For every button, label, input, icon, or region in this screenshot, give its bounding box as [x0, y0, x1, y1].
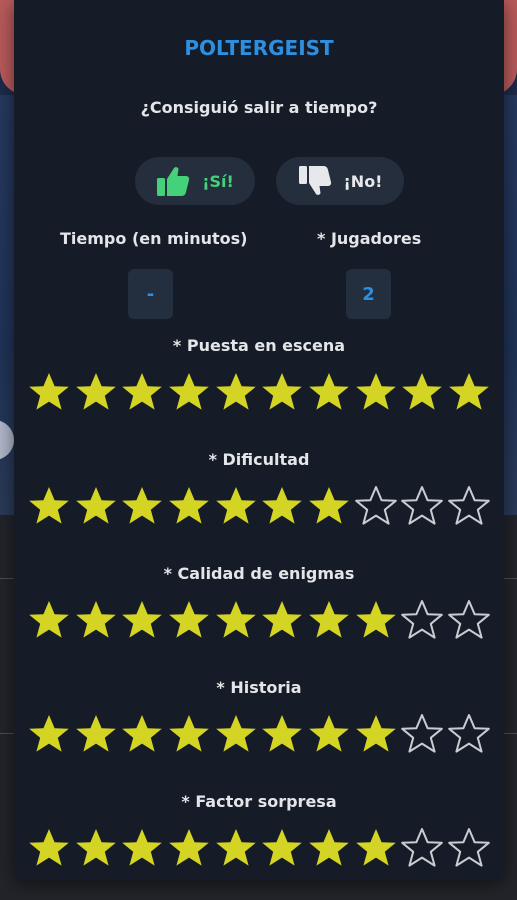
star-empty-icon[interactable] [400, 484, 444, 528]
star-rating[interactable] [27, 598, 491, 642]
star-filled-icon[interactable] [27, 826, 71, 870]
rating-label: * Calidad de enigmas [163, 564, 355, 583]
star-empty-icon[interactable] [400, 826, 444, 870]
star-filled-icon[interactable] [167, 826, 211, 870]
star-empty-icon[interactable] [447, 598, 491, 642]
star-filled-icon[interactable] [214, 598, 258, 642]
star-filled-icon[interactable] [74, 484, 118, 528]
star-empty-icon[interactable] [400, 598, 444, 642]
star-filled-icon[interactable] [27, 598, 71, 642]
star-filled-icon[interactable] [214, 484, 258, 528]
star-filled-icon[interactable] [120, 598, 164, 642]
rating-dialog: POLTERGEIST ¿Consiguió salir a tiempo? ¡… [14, 0, 504, 880]
yes-label: ¡Sí! [202, 171, 234, 191]
star-filled-icon[interactable] [307, 484, 351, 528]
star-filled-icon[interactable] [74, 826, 118, 870]
star-filled-icon[interactable] [167, 370, 211, 414]
rating-label: * Puesta en escena [172, 336, 346, 355]
star-filled-icon[interactable] [260, 598, 304, 642]
star-filled-icon[interactable] [27, 370, 71, 414]
no-label: ¡No! [343, 171, 383, 191]
rating-label: * Factor sorpresa [181, 792, 337, 811]
star-filled-icon[interactable] [74, 598, 118, 642]
star-filled-icon[interactable] [214, 370, 258, 414]
star-filled-icon[interactable] [354, 370, 398, 414]
time-input[interactable]: - [128, 269, 173, 319]
star-filled-icon[interactable] [167, 712, 211, 756]
players-label: * Jugadores [317, 229, 422, 248]
thumbs-up-icon [156, 165, 190, 197]
star-filled-icon[interactable] [120, 712, 164, 756]
rating-label: * Historia [216, 678, 302, 697]
dialog-title: POLTERGEIST [184, 36, 334, 60]
star-filled-icon[interactable] [354, 712, 398, 756]
star-filled-icon[interactable] [120, 484, 164, 528]
star-rating[interactable] [27, 370, 491, 414]
star-empty-icon[interactable] [447, 826, 491, 870]
star-filled-icon[interactable] [27, 484, 71, 528]
star-empty-icon[interactable] [354, 484, 398, 528]
rating-label: * Dificultad [208, 450, 310, 469]
star-filled-icon[interactable] [120, 826, 164, 870]
star-filled-icon[interactable] [214, 826, 258, 870]
star-filled-icon[interactable] [307, 712, 351, 756]
star-filled-icon[interactable] [260, 826, 304, 870]
question-label: ¿Consiguió salir a tiempo? [140, 98, 378, 117]
star-filled-icon[interactable] [120, 370, 164, 414]
star-filled-icon[interactable] [260, 484, 304, 528]
star-filled-icon[interactable] [354, 826, 398, 870]
star-filled-icon[interactable] [447, 370, 491, 414]
star-empty-icon[interactable] [400, 712, 444, 756]
star-filled-icon[interactable] [307, 598, 351, 642]
star-filled-icon[interactable] [27, 712, 71, 756]
players-input[interactable]: 2 [346, 269, 391, 319]
star-filled-icon[interactable] [74, 370, 118, 414]
thumbs-down-icon [298, 165, 332, 197]
star-filled-icon[interactable] [307, 826, 351, 870]
star-filled-icon[interactable] [307, 370, 351, 414]
star-empty-icon[interactable] [447, 712, 491, 756]
star-filled-icon[interactable] [260, 370, 304, 414]
time-label: Tiempo (en minutos) [60, 229, 248, 248]
no-button[interactable]: ¡No! [276, 157, 404, 205]
star-filled-icon[interactable] [354, 598, 398, 642]
yes-button[interactable]: ¡Sí! [135, 157, 255, 205]
star-filled-icon[interactable] [260, 712, 304, 756]
star-rating[interactable] [27, 484, 491, 528]
star-filled-icon[interactable] [74, 712, 118, 756]
star-rating[interactable] [27, 712, 491, 756]
star-filled-icon[interactable] [167, 484, 211, 528]
star-filled-icon[interactable] [167, 598, 211, 642]
star-rating[interactable] [27, 826, 491, 870]
star-filled-icon[interactable] [400, 370, 444, 414]
star-empty-icon[interactable] [447, 484, 491, 528]
star-filled-icon[interactable] [214, 712, 258, 756]
